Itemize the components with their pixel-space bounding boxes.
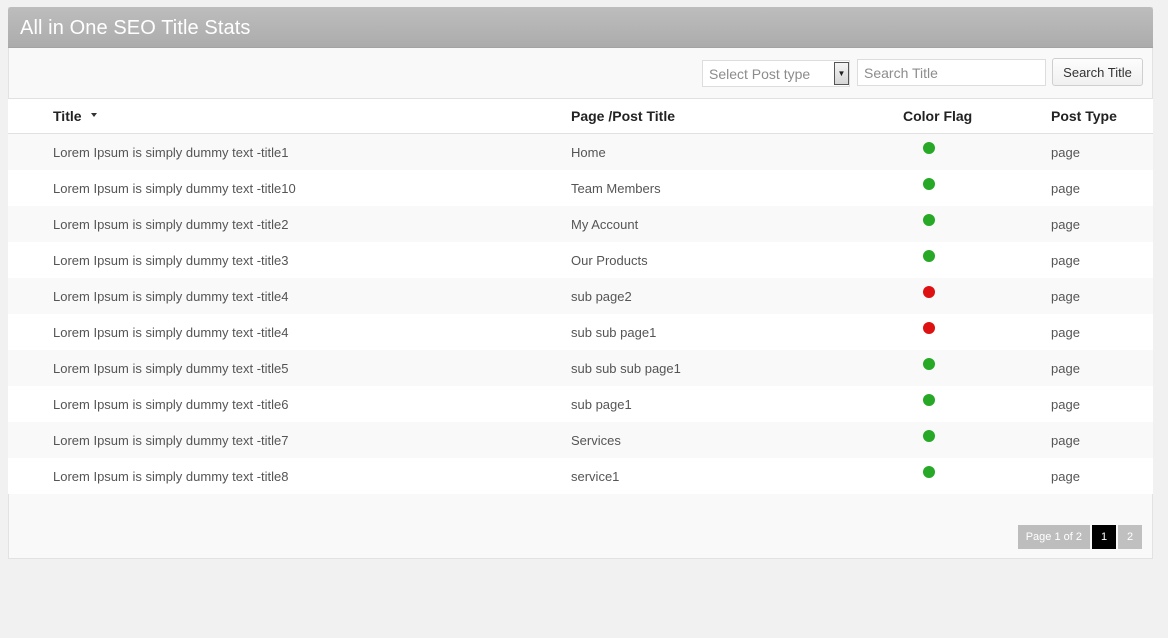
color-flag-green-icon bbox=[923, 430, 935, 442]
table-body: Lorem Ipsum is simply dummy text -title1… bbox=[8, 134, 1153, 494]
cell-page-post-title: Team Members bbox=[571, 181, 661, 196]
table-row: Lorem Ipsum is simply dummy text -title6… bbox=[8, 386, 1153, 422]
page-info: Page 1 of 2 bbox=[1017, 525, 1090, 549]
cell-title: Lorem Ipsum is simply dummy text -title2 bbox=[53, 217, 289, 232]
cell-page-post-title: sub page2 bbox=[571, 289, 632, 304]
post-type-select-value: Select Post type bbox=[709, 66, 811, 82]
color-flag-green-icon bbox=[923, 358, 935, 370]
cell-title: Lorem Ipsum is simply dummy text -title1… bbox=[53, 181, 296, 196]
cell-title: Lorem Ipsum is simply dummy text -title4 bbox=[53, 289, 289, 304]
page-button-2[interactable]: 2 bbox=[1118, 525, 1142, 549]
title-stats-table: Title Page /Post Title Color Flag Post T… bbox=[8, 98, 1153, 494]
page-button-1[interactable]: 1 bbox=[1092, 525, 1116, 549]
column-header-page-post-title: Page /Post Title bbox=[571, 108, 675, 124]
column-header-title[interactable]: Title bbox=[53, 108, 97, 124]
cell-post-type: page bbox=[1051, 181, 1080, 196]
cell-post-type: page bbox=[1051, 397, 1080, 412]
cell-page-post-title: Home bbox=[571, 145, 606, 160]
color-flag-red-icon bbox=[923, 286, 935, 298]
cell-post-type: page bbox=[1051, 217, 1080, 232]
cell-page-post-title: sub sub page1 bbox=[571, 325, 657, 340]
cell-title: Lorem Ipsum is simply dummy text -title5 bbox=[53, 361, 289, 376]
search-title-input[interactable] bbox=[857, 59, 1046, 86]
table-row: Lorem Ipsum is simply dummy text -title2… bbox=[8, 206, 1153, 242]
post-type-select[interactable]: Select Post type ▼ bbox=[702, 60, 850, 87]
seo-title-stats-panel: All in One SEO Title Stats Select Post t… bbox=[8, 7, 1153, 559]
table-row: Lorem Ipsum is simply dummy text -title4… bbox=[8, 278, 1153, 314]
cell-page-post-title: sub page1 bbox=[571, 397, 632, 412]
table-row: Lorem Ipsum is simply dummy text -title1… bbox=[8, 134, 1153, 170]
cell-page-post-title: Services bbox=[571, 433, 621, 448]
cell-post-type: page bbox=[1051, 433, 1080, 448]
color-flag-green-icon bbox=[923, 250, 935, 262]
panel-header: All in One SEO Title Stats bbox=[8, 7, 1153, 48]
cell-page-post-title: service1 bbox=[571, 469, 620, 484]
color-flag-green-icon bbox=[923, 178, 935, 190]
cell-title: Lorem Ipsum is simply dummy text -title6 bbox=[53, 397, 289, 412]
search-title-button[interactable]: Search Title bbox=[1052, 58, 1143, 86]
chevron-down-icon[interactable]: ▼ bbox=[834, 62, 849, 85]
column-header-post-type: Post Type bbox=[1051, 108, 1117, 124]
color-flag-red-icon bbox=[923, 322, 935, 334]
cell-title: Lorem Ipsum is simply dummy text -title4 bbox=[53, 325, 289, 340]
cell-page-post-title: sub sub sub page1 bbox=[571, 361, 681, 376]
table-row: Lorem Ipsum is simply dummy text -title5… bbox=[8, 350, 1153, 386]
page-buttons: 12 bbox=[1092, 525, 1142, 549]
panel-title: All in One SEO Title Stats bbox=[20, 17, 251, 39]
table-row: Lorem Ipsum is simply dummy text -title3… bbox=[8, 242, 1153, 278]
cell-page-post-title: Our Products bbox=[571, 253, 648, 268]
cell-title: Lorem Ipsum is simply dummy text -title3 bbox=[53, 253, 289, 268]
cell-post-type: page bbox=[1051, 289, 1080, 304]
pagination: Page 1 of 2 12 bbox=[1017, 525, 1142, 549]
column-header-title-label: Title bbox=[53, 108, 82, 124]
color-flag-green-icon bbox=[923, 394, 935, 406]
table-row: Lorem Ipsum is simply dummy text -title1… bbox=[8, 170, 1153, 206]
color-flag-green-icon bbox=[923, 142, 935, 154]
cell-title: Lorem Ipsum is simply dummy text -title7 bbox=[53, 433, 289, 448]
table-header: Title Page /Post Title Color Flag Post T… bbox=[8, 98, 1153, 134]
table-row: Lorem Ipsum is simply dummy text -title4… bbox=[8, 314, 1153, 350]
cell-post-type: page bbox=[1051, 469, 1080, 484]
table-row: Lorem Ipsum is simply dummy text -title8… bbox=[8, 458, 1153, 494]
column-header-color-flag: Color Flag bbox=[903, 108, 973, 124]
cell-post-type: page bbox=[1051, 145, 1080, 160]
color-flag-green-icon bbox=[923, 214, 935, 226]
table-row: Lorem Ipsum is simply dummy text -title7… bbox=[8, 422, 1153, 458]
cell-post-type: page bbox=[1051, 253, 1080, 268]
cell-post-type: page bbox=[1051, 361, 1080, 376]
sort-desc-icon bbox=[90, 113, 97, 118]
cell-title: Lorem Ipsum is simply dummy text -title8 bbox=[53, 469, 289, 484]
cell-page-post-title: My Account bbox=[571, 217, 639, 232]
color-flag-green-icon bbox=[923, 466, 935, 478]
cell-title: Lorem Ipsum is simply dummy text -title1 bbox=[53, 145, 289, 160]
cell-post-type: page bbox=[1051, 325, 1080, 340]
